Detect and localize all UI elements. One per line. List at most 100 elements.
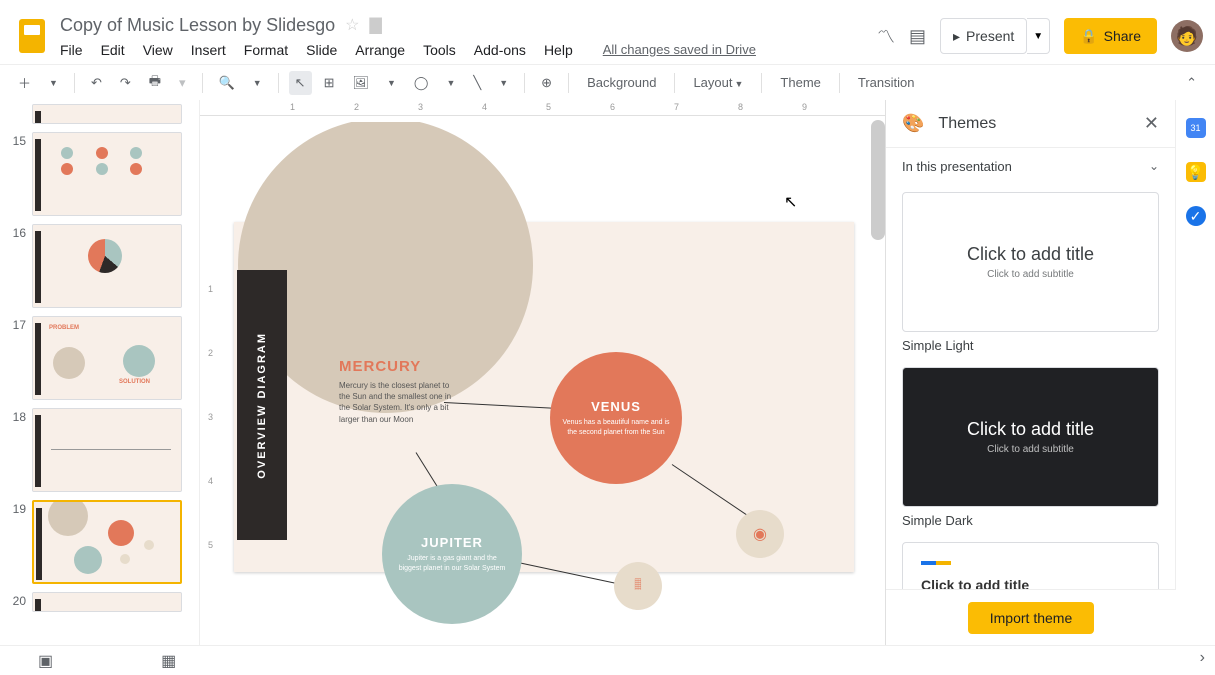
menubar: File Edit View Insert Format Slide Arran… [60, 42, 877, 58]
thumb-number: 15 [8, 132, 26, 148]
menu-view[interactable]: View [143, 42, 173, 58]
share-button[interactable]: 🔒 Share [1064, 18, 1157, 54]
jupiter-title: JUPITER [421, 535, 483, 550]
slide-canvas[interactable]: OVERVIEW DIAGRAM MERCURY Mercury is the … [224, 122, 877, 637]
avatar-image: 🧑 [1176, 26, 1198, 47]
venus-description: Venus has a beautiful name and is the se… [562, 418, 670, 436]
menu-insert[interactable]: Insert [191, 42, 226, 58]
grid-view-icon[interactable]: ▦ [161, 651, 176, 671]
zoom-dropdown[interactable]: ▼ [247, 74, 268, 92]
menu-format[interactable]: Format [244, 42, 288, 58]
menu-file[interactable]: File [60, 42, 83, 58]
activity-icon[interactable]: 〽 [877, 23, 895, 49]
slide-thumb-18[interactable] [32, 408, 182, 492]
import-theme-button[interactable]: Import theme [968, 602, 1094, 634]
themes-footer: Import theme [886, 589, 1176, 645]
select-tool[interactable]: ↖ [289, 71, 312, 95]
title-area: Copy of Music Lesson by Slidesgo ☆ ▇ Fil… [60, 15, 877, 58]
slide-thumb-15[interactable] [32, 132, 182, 216]
jupiter-circle[interactable]: JUPITER Jupiter is a gas giant and the b… [382, 484, 522, 624]
thumb-number: 18 [8, 408, 26, 424]
account-avatar[interactable]: 🧑 [1171, 20, 1203, 52]
comment-button[interactable]: ⊕ [535, 71, 558, 95]
venus-title: VENUS [591, 399, 641, 414]
textbox-tool[interactable]: ⊞ [318, 71, 341, 95]
menu-tools[interactable]: Tools [423, 42, 456, 58]
thumb-number: 19 [8, 500, 26, 516]
image-dropdown[interactable]: ▼ [381, 74, 402, 92]
menu-help[interactable]: Help [544, 42, 573, 58]
layout-button[interactable]: Layout▼ [685, 71, 751, 94]
paint-format-button[interactable]: ▾ [173, 71, 192, 95]
theme-preview-subtitle: Click to add subtitle [987, 444, 1074, 455]
app-logo[interactable] [12, 16, 52, 56]
side-rail: 31 💡 ✓ [1175, 100, 1215, 645]
print-button[interactable]: 🖶 [143, 68, 167, 98]
drum-icon: ◉ [753, 524, 767, 544]
mercury-description[interactable]: Mercury is the closest planet to the Sun… [339, 380, 457, 425]
document-title[interactable]: Copy of Music Lesson by Slidesgo [60, 15, 335, 36]
mercury-title[interactable]: MERCURY [339, 358, 421, 375]
image-tool[interactable]: 🖼 [346, 71, 375, 95]
comments-icon[interactable]: ▤ [909, 26, 926, 47]
columns-icon-circle[interactable]: 𝄝 [614, 562, 662, 610]
undo-button[interactable]: ↶ [85, 71, 108, 95]
slide-thumb-17[interactable]: PROBLEM SOLUTION [32, 316, 182, 400]
close-themes-button[interactable]: ✕ [1144, 113, 1159, 134]
line-tool[interactable]: ╲ [467, 71, 487, 95]
theme-simple-dark[interactable]: Click to add title Click to add subtitle… [902, 367, 1159, 528]
slide-sidebar-label[interactable]: OVERVIEW DIAGRAM [237, 270, 287, 540]
menu-slide[interactable]: Slide [306, 42, 337, 58]
thumb-number: 16 [8, 224, 26, 240]
menu-edit[interactable]: Edit [101, 42, 125, 58]
transition-button[interactable]: Transition [850, 71, 923, 94]
current-slide[interactable]: OVERVIEW DIAGRAM MERCURY Mercury is the … [234, 222, 854, 572]
toolbar: ＋ ▼ ↶ ↷ 🖶 ▾ 🔍 ▼ ↖ ⊞ 🖼 ▼ ◯ ▼ ╲ ▼ ⊕ Backgr… [0, 64, 1215, 100]
collapse-toolbar-button[interactable]: ⌃ [1180, 71, 1203, 95]
calendar-icon[interactable]: 31 [1186, 118, 1206, 138]
themes-section-toggle[interactable]: In this presentation ⌄ [886, 148, 1175, 184]
theme-preview-subtitle: Click to add subtitle [987, 269, 1074, 280]
theme-preview-title: Click to add title [967, 419, 1094, 440]
theme-simple-light[interactable]: Click to add title Click to add subtitle… [902, 192, 1159, 353]
background-button[interactable]: Background [579, 71, 664, 94]
drum-icon-circle[interactable]: ◉ [736, 510, 784, 558]
star-icon[interactable]: ☆ [345, 15, 359, 35]
theme-preview: Click to add title Click to add subtitle [902, 192, 1159, 332]
save-status[interactable]: All changes saved in Drive [603, 42, 756, 57]
connector-line [518, 562, 626, 586]
folder-icon[interactable]: ▇ [370, 15, 382, 35]
redo-button[interactable]: ↷ [114, 71, 137, 95]
slide-thumb-20[interactable] [32, 592, 182, 612]
themes-list[interactable]: Click to add title Click to add subtitle… [886, 184, 1175, 645]
theme-button[interactable]: Theme [772, 71, 828, 94]
columns-icon: 𝄝 [635, 577, 642, 595]
shape-dropdown[interactable]: ▼ [440, 74, 461, 92]
menu-addons[interactable]: Add-ons [474, 42, 526, 58]
slide-thumb-16[interactable] [32, 224, 182, 308]
themes-panel: 🎨 Themes ✕ In this presentation ⌄ Click … [885, 100, 1175, 645]
present-button[interactable]: ▸ Present [940, 18, 1027, 54]
lock-icon: 🔒 [1080, 28, 1097, 45]
palette-icon: 🎨 [902, 113, 924, 134]
tasks-icon[interactable]: ✓ [1186, 206, 1206, 226]
show-side-panel-icon[interactable]: › [1200, 649, 1205, 667]
keep-icon[interactable]: 💡 [1186, 162, 1206, 182]
themes-section-label: In this presentation [902, 159, 1012, 174]
new-slide-button[interactable]: ＋ [12, 69, 37, 96]
thumb-number: 20 [8, 592, 26, 608]
slide-filmstrip[interactable]: 15 16 17 PROBLEM SOLUTION 18 [0, 100, 200, 645]
line-dropdown[interactable]: ▼ [493, 74, 514, 92]
slide-thumb-19[interactable] [32, 500, 182, 584]
theme-name: Simple Light [902, 338, 1159, 353]
menu-arrange[interactable]: Arrange [355, 42, 405, 58]
slide-thumb-14[interactable] [32, 104, 182, 124]
new-slide-dropdown[interactable]: ▼ [43, 74, 64, 92]
venus-circle[interactable]: VENUS Venus has a beautiful name and is … [550, 352, 682, 484]
main-area: 15 16 17 PROBLEM SOLUTION 18 [0, 100, 1215, 645]
present-dropdown[interactable]: ▼ [1027, 18, 1050, 54]
filmstrip-view-icon[interactable]: ▣ [38, 651, 53, 671]
zoom-button[interactable]: 🔍 [213, 71, 241, 95]
shape-tool[interactable]: ◯ [408, 71, 435, 95]
present-label: Present [966, 28, 1014, 44]
